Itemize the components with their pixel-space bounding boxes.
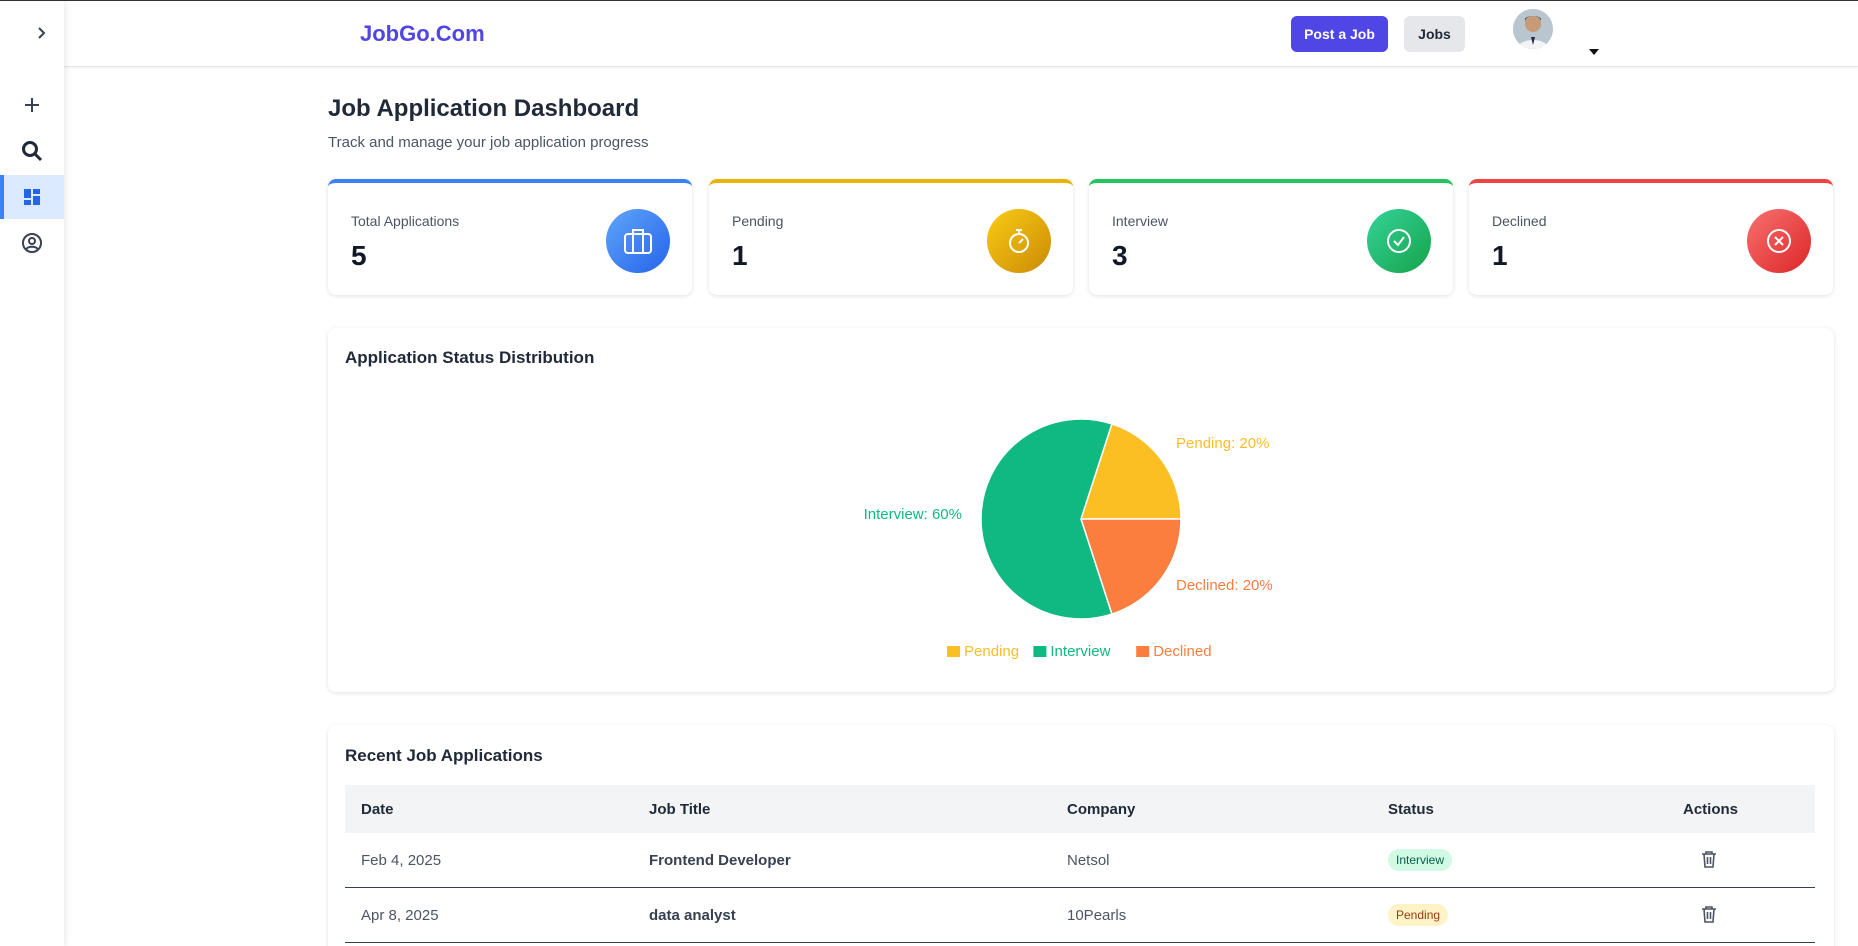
pie-chart: Pending: 20%Declined: 20%Interview: 60% … (864, 418, 1273, 660)
pie-label-pending: Pending: 20% (1176, 435, 1269, 452)
caret-down-icon[interactable] (1589, 49, 1599, 55)
delete-button[interactable] (1701, 850, 1717, 872)
sidebar-item-search[interactable] (0, 129, 64, 173)
stat-label: Total Applications (351, 213, 460, 229)
stat-label: Declined (1492, 213, 1547, 229)
sidebar-item-dashboard[interactable] (0, 175, 64, 219)
trash-icon (1702, 851, 1716, 868)
status-badge: Interview (1388, 849, 1453, 871)
col-status: Status (1388, 800, 1434, 818)
row-date: Feb 4, 2025 (361, 851, 442, 869)
top-navbar: JobGo.Com Post a Job Jobs (64, 1, 1858, 67)
sidebar-toggle-button[interactable] (30, 21, 54, 45)
row-job-title: data analyst (649, 906, 736, 924)
stat-value: 3 (1112, 240, 1128, 271)
legend-swatch-interview (1033, 646, 1047, 657)
delete-button[interactable] (1701, 905, 1717, 927)
stat-card-pending: Pending 1 (709, 179, 1073, 295)
dashboard-icon (24, 189, 40, 205)
pie-label-interview: Interview: 60% (864, 506, 962, 523)
row-company: 10Pearls (1067, 906, 1127, 924)
legend-label-pending[interactable]: Pending (964, 643, 1019, 660)
post-job-button[interactable]: Post a Job (1291, 16, 1388, 52)
jobs-button[interactable]: Jobs (1404, 16, 1465, 52)
col-actions: Actions (1683, 800, 1739, 818)
stat-value: 1 (732, 240, 748, 271)
status-badge: Pending (1388, 904, 1449, 926)
stat-value: 5 (351, 240, 367, 271)
stat-value: 1 (1492, 240, 1508, 271)
recent-applications-card: Recent Job Applications Date Job Title C… (328, 725, 1834, 946)
brand-logo[interactable]: JobGo.Com (360, 21, 485, 47)
table-header: Date Job Title Company Status Actions (345, 785, 1815, 833)
legend-swatch-declined (1136, 646, 1150, 657)
x-circle-icon (1747, 209, 1811, 273)
card-title: Recent Job Applications (345, 746, 543, 765)
row-date: Apr 8, 2025 (361, 906, 439, 924)
sidebar-item-profile[interactable] (0, 221, 64, 265)
user-circle-icon (22, 233, 42, 253)
stat-label: Pending (732, 213, 784, 229)
pie-label-declined: Declined: 20% (1176, 577, 1273, 594)
check-circle-icon (1367, 209, 1431, 273)
stat-card-declined: Declined 1 (1469, 179, 1833, 295)
sidebar-item-add[interactable] (0, 83, 64, 127)
table-row[interactable]: Feb 4, 2025 Frontend Developer Netsol In… (345, 833, 1815, 888)
status-distribution-card: Application Status Distribution Pending:… (328, 328, 1834, 692)
briefcase-icon (606, 209, 670, 273)
col-date: Date (361, 800, 394, 818)
page-title: Job Application Dashboard (328, 95, 640, 122)
stopwatch-icon (987, 209, 1051, 273)
chevron-right-icon (38, 27, 46, 39)
user-photo-icon (1513, 9, 1553, 49)
legend-swatch-pending (947, 646, 960, 657)
stat-card-interview: Interview 3 (1089, 179, 1453, 295)
legend-label-declined[interactable]: Declined (1153, 643, 1211, 660)
page-subtitle: Track and manage your job application pr… (328, 134, 649, 151)
avatar[interactable] (1513, 9, 1553, 49)
stat-label: Interview (1112, 213, 1169, 229)
table-row[interactable]: Apr 8, 2025 data analyst 10Pearls Pendin… (345, 888, 1815, 943)
col-job-title: Job Title (649, 800, 711, 818)
applications-table: Date Job Title Company Status Actions Fe… (345, 785, 1815, 943)
row-company: Netsol (1067, 851, 1110, 869)
row-job-title: Frontend Developer (649, 851, 791, 869)
stat-card-total: Total Applications 5 (328, 179, 692, 295)
col-company: Company (1067, 800, 1136, 818)
sidebar (0, 1, 64, 946)
search-icon (22, 141, 43, 162)
legend-label-interview[interactable]: Interview (1050, 643, 1110, 660)
plus-icon (25, 98, 39, 112)
trash-icon (1702, 906, 1716, 923)
